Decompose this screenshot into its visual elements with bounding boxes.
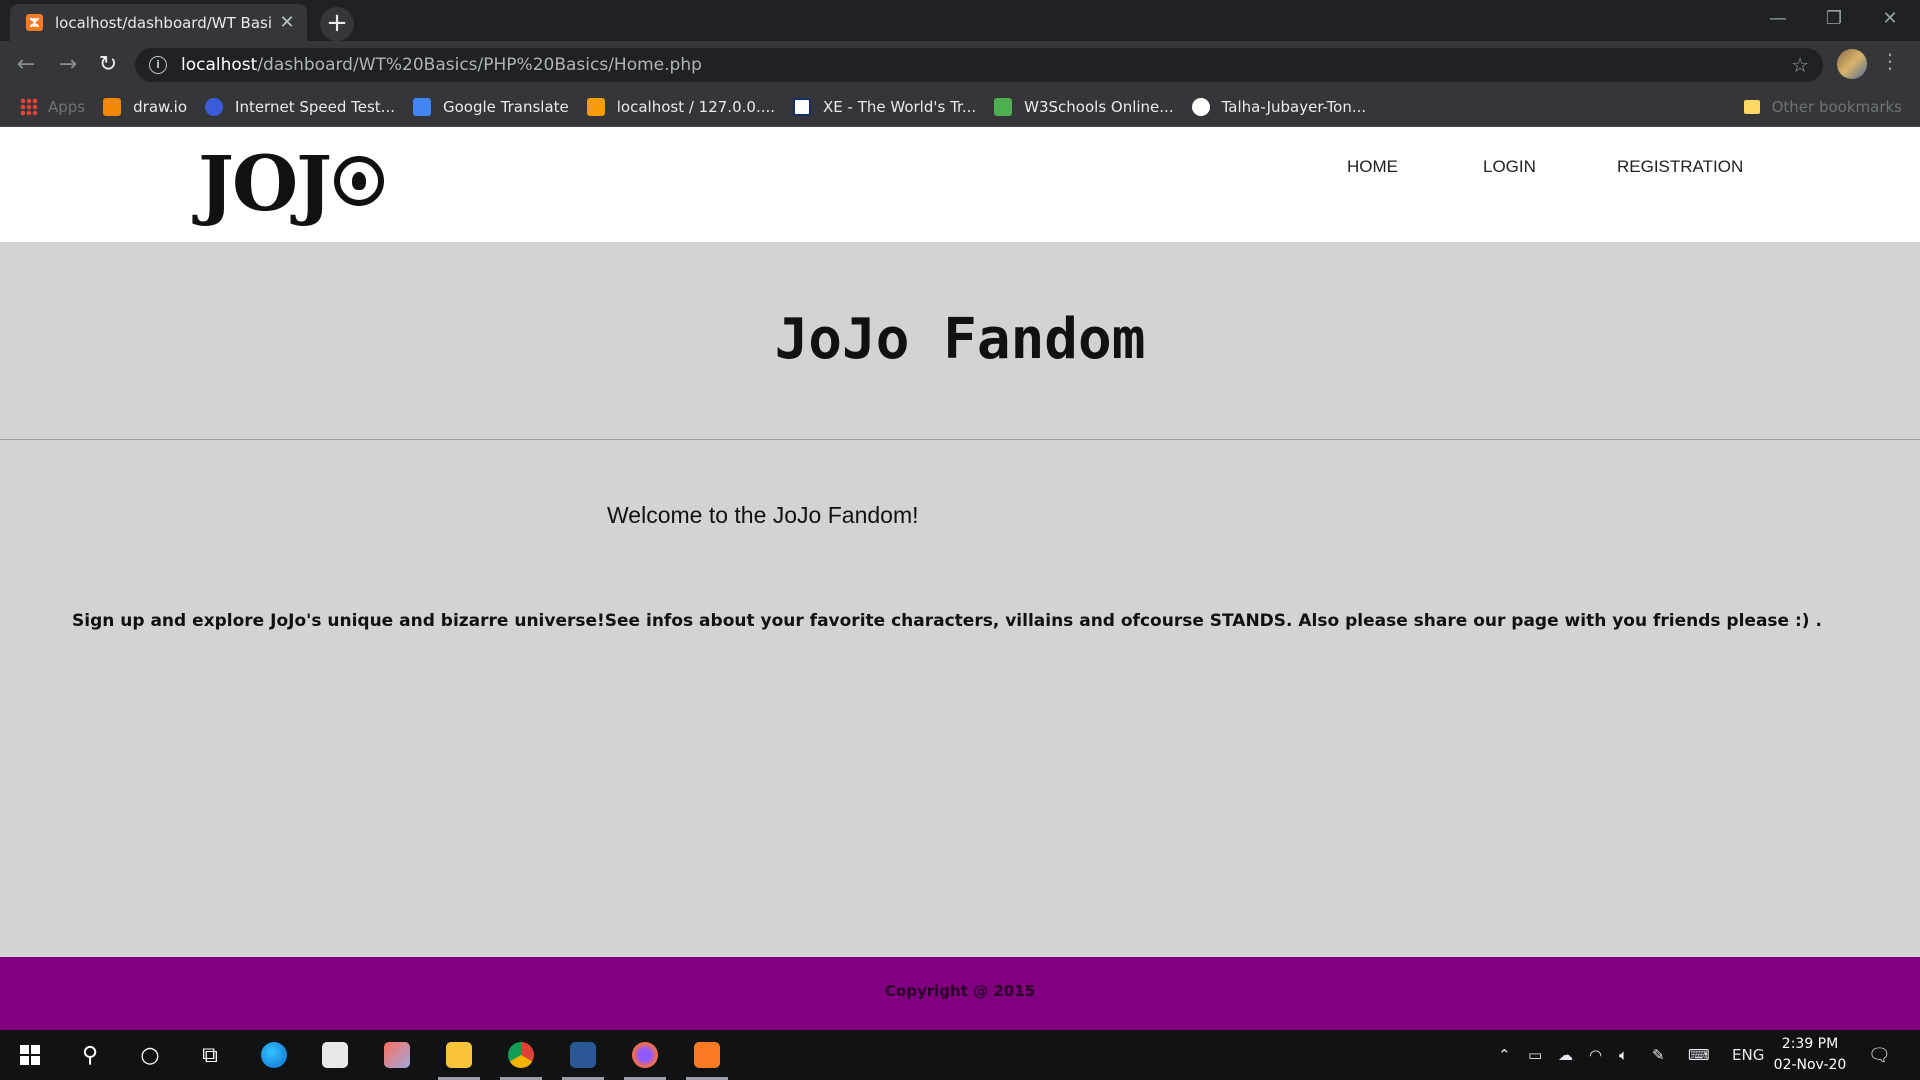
nav-login-link[interactable]: LOGIN xyxy=(1483,157,1536,177)
bookmarks-bar: Apps draw.io Internet Speed Test... Goog… xyxy=(0,88,1920,127)
file-explorer-icon xyxy=(446,1042,472,1068)
clock-date: 02-Nov-20 xyxy=(1773,1057,1847,1073)
forward-button[interactable]: → xyxy=(50,47,86,83)
bookmark-apps[interactable]: Apps xyxy=(20,98,85,116)
welcome-text: Welcome to the JoJo Fandom! xyxy=(607,502,919,528)
taskbar-xampp[interactable] xyxy=(682,1030,732,1080)
taskbar-chrome[interactable] xyxy=(496,1030,546,1080)
phpmyadmin-icon xyxy=(586,98,605,116)
taskbar-snip[interactable] xyxy=(372,1030,422,1080)
onedrive-icon[interactable]: ☁ xyxy=(1558,1030,1573,1080)
cortana-circle-icon: ○ xyxy=(140,1042,160,1068)
windows-taskbar: ⚲ ○ ⧉ ⌃ ▭ ☁ ◠ 🔈︎ ✎ ⌨ ENG 2:39 PM 02-Nov-… xyxy=(0,1030,1920,1080)
minimize-button[interactable]: — xyxy=(1750,0,1806,37)
site-header: JOJ HOME LOGIN REGISTRATION xyxy=(0,127,1920,242)
keyboard-icon[interactable]: ⌨ xyxy=(1688,1030,1710,1080)
folder-icon xyxy=(1743,100,1760,114)
bookmark-xe[interactable]: XE - The World's Tr... xyxy=(793,98,976,116)
chrome-icon xyxy=(508,1042,534,1068)
xe-icon xyxy=(793,98,812,116)
search-button[interactable]: ⚲ xyxy=(65,1030,115,1080)
taskbar-explorer[interactable] xyxy=(434,1030,484,1080)
bookmark-github[interactable]: Talha-Jubayer-Ton... xyxy=(1191,98,1366,116)
bookmark-drawio[interactable]: draw.io xyxy=(103,98,187,116)
bookmark-google-translate[interactable]: Google Translate xyxy=(412,98,569,116)
browser-toolbar: ← → ↻ i localhost/dashboard/WT%20Basics/… xyxy=(0,41,1920,88)
firefox-icon xyxy=(632,1042,658,1068)
github-icon xyxy=(1191,98,1210,116)
battery-icon[interactable]: ▭ xyxy=(1528,1030,1542,1080)
divider xyxy=(0,439,1920,440)
start-button[interactable] xyxy=(5,1030,55,1080)
clock-time: 2:39 PM xyxy=(1781,1036,1839,1052)
browser-tab-bar: ⵣ localhost/dashboard/WT Basics/ ✕ + — ❐… xyxy=(0,0,1920,41)
taskbar-edge[interactable] xyxy=(249,1030,299,1080)
xampp-icon xyxy=(694,1042,720,1068)
word-icon xyxy=(570,1042,596,1068)
page-title: JoJo Fandom xyxy=(774,307,1146,372)
new-tab-button[interactable]: + xyxy=(320,7,354,41)
volume-icon[interactable]: 🔈︎ xyxy=(1619,1030,1628,1080)
site-footer: Copyright @ 2015 xyxy=(0,957,1920,1030)
back-button[interactable]: ← xyxy=(8,47,44,83)
address-bar[interactable]: i localhost/dashboard/WT%20Basics/PHP%20… xyxy=(135,48,1823,82)
close-window-button[interactable]: ✕ xyxy=(1862,0,1918,37)
task-view-button[interactable]: ⧉ xyxy=(185,1030,235,1080)
language-indicator[interactable]: ENG xyxy=(1732,1030,1764,1080)
copyright-text: Copyright @ 2015 xyxy=(884,982,1036,1000)
other-bookmarks[interactable]: Other bookmarks xyxy=(1743,88,1902,126)
site-info-icon[interactable]: i xyxy=(149,56,167,74)
nav-registration-link[interactable]: REGISTRATION xyxy=(1617,157,1743,177)
page-viewport: JOJ HOME LOGIN REGISTRATION JoJo Fandom … xyxy=(0,127,1920,1030)
reload-button[interactable]: ↻ xyxy=(90,47,126,83)
bookmark-w3schools[interactable]: W3Schools Online... xyxy=(994,98,1174,116)
browser-tab-active[interactable]: ⵣ localhost/dashboard/WT Basics/ ✕ xyxy=(10,4,307,41)
apps-grid-icon xyxy=(20,98,38,116)
tray-expand-icon[interactable]: ⌃ xyxy=(1498,1030,1511,1080)
nav-home-link[interactable]: HOME xyxy=(1347,157,1398,177)
windows-logo-icon xyxy=(20,1045,40,1065)
pen-icon[interactable]: ✎ xyxy=(1652,1030,1665,1080)
restore-button[interactable]: ❐ xyxy=(1806,0,1862,37)
search-icon: ⚲ xyxy=(81,1042,99,1068)
drawio-icon xyxy=(103,98,122,116)
w3schools-icon xyxy=(994,98,1013,116)
close-tab-icon[interactable]: ✕ xyxy=(277,12,297,33)
task-view-icon: ⧉ xyxy=(202,1042,218,1068)
snip-sketch-icon xyxy=(384,1042,410,1068)
notifications-icon[interactable]: 🗨︎ xyxy=(1868,1030,1891,1080)
bookmark-localhost[interactable]: localhost / 127.0.0.... xyxy=(586,98,775,116)
cortana-button[interactable]: ○ xyxy=(125,1030,175,1080)
intro-text: Sign up and explore JoJo's unique and bi… xyxy=(72,611,1822,631)
url-text[interactable]: localhost/dashboard/WT%20Basics/PHP%20Ba… xyxy=(181,55,1791,75)
tab-title: localhost/dashboard/WT Basics/ xyxy=(55,13,271,32)
site-logo[interactable]: JOJ xyxy=(198,143,385,225)
logo-skull-icon xyxy=(334,156,385,206)
speedtest-icon xyxy=(205,98,224,116)
bookmark-star-icon[interactable]: ☆ xyxy=(1791,53,1809,77)
taskbar-firefox[interactable] xyxy=(620,1030,670,1080)
taskbar-word[interactable] xyxy=(558,1030,608,1080)
taskbar-store[interactable] xyxy=(310,1030,360,1080)
clock[interactable]: 2:39 PM 02-Nov-20 xyxy=(1765,1034,1855,1076)
edge-icon xyxy=(261,1042,287,1068)
bookmark-speed-test[interactable]: Internet Speed Test... xyxy=(205,98,395,116)
store-icon xyxy=(322,1042,348,1068)
browser-menu-icon[interactable]: ⋮ xyxy=(1880,49,1900,73)
translate-icon xyxy=(412,98,431,116)
profile-avatar[interactable] xyxy=(1837,49,1867,79)
xampp-favicon-icon: ⵣ xyxy=(26,14,43,31)
wifi-icon[interactable]: ◠ xyxy=(1589,1030,1602,1080)
